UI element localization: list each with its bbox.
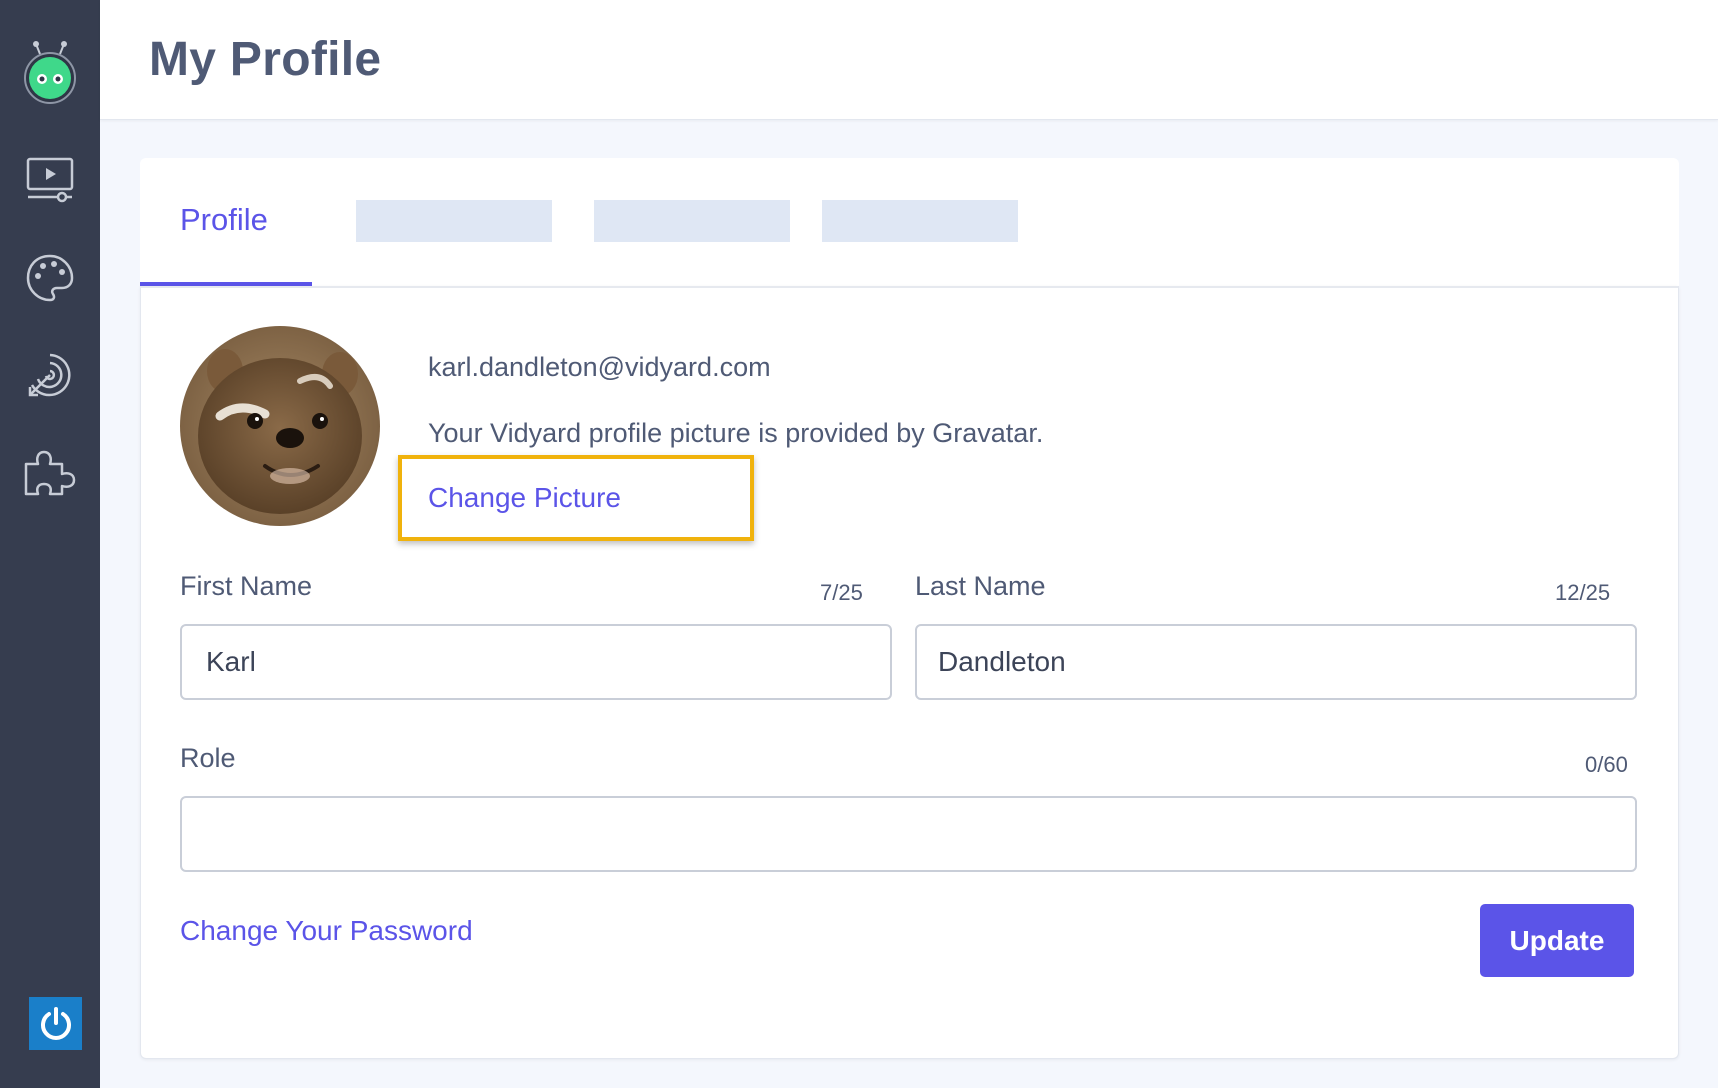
page-header: My Profile	[100, 0, 1718, 120]
last-name-field[interactable]	[915, 624, 1637, 700]
tabs-bar: Profile	[140, 158, 1679, 286]
tab-profile[interactable]: Profile	[180, 202, 268, 238]
user-email: karl.dandleton@vidyard.com	[428, 352, 771, 382]
tab-placeholder[interactable]	[594, 200, 790, 242]
role-field[interactable]	[180, 796, 1637, 872]
first-name-field[interactable]	[180, 624, 892, 700]
role-label: Role	[180, 743, 236, 773]
change-picture-link[interactable]: Change Picture	[428, 482, 621, 514]
last-name-label: Last Name	[915, 571, 1046, 601]
power-icon[interactable]	[29, 997, 82, 1050]
role-counter: 0/60	[1585, 752, 1628, 777]
first-name-counter: 7/25	[820, 580, 863, 605]
sidebar	[0, 0, 100, 1088]
palette-icon[interactable]	[0, 238, 100, 318]
change-password-link[interactable]: Change Your Password	[180, 915, 473, 947]
target-icon[interactable]	[0, 335, 100, 415]
update-button[interactable]: Update	[1480, 904, 1634, 977]
puzzle-icon[interactable]	[0, 432, 100, 512]
video-player-icon[interactable]	[0, 140, 100, 220]
bot-logo-icon[interactable]	[0, 32, 100, 112]
tab-placeholder[interactable]	[356, 200, 552, 242]
first-name-label: First Name	[180, 571, 313, 601]
avatar	[180, 326, 380, 526]
tab-placeholder[interactable]	[822, 200, 1018, 242]
gravatar-note: Your Vidyard profile picture is provided…	[428, 418, 1044, 448]
page-title: My Profile	[149, 33, 382, 86]
last-name-counter: 12/25	[1555, 580, 1611, 605]
